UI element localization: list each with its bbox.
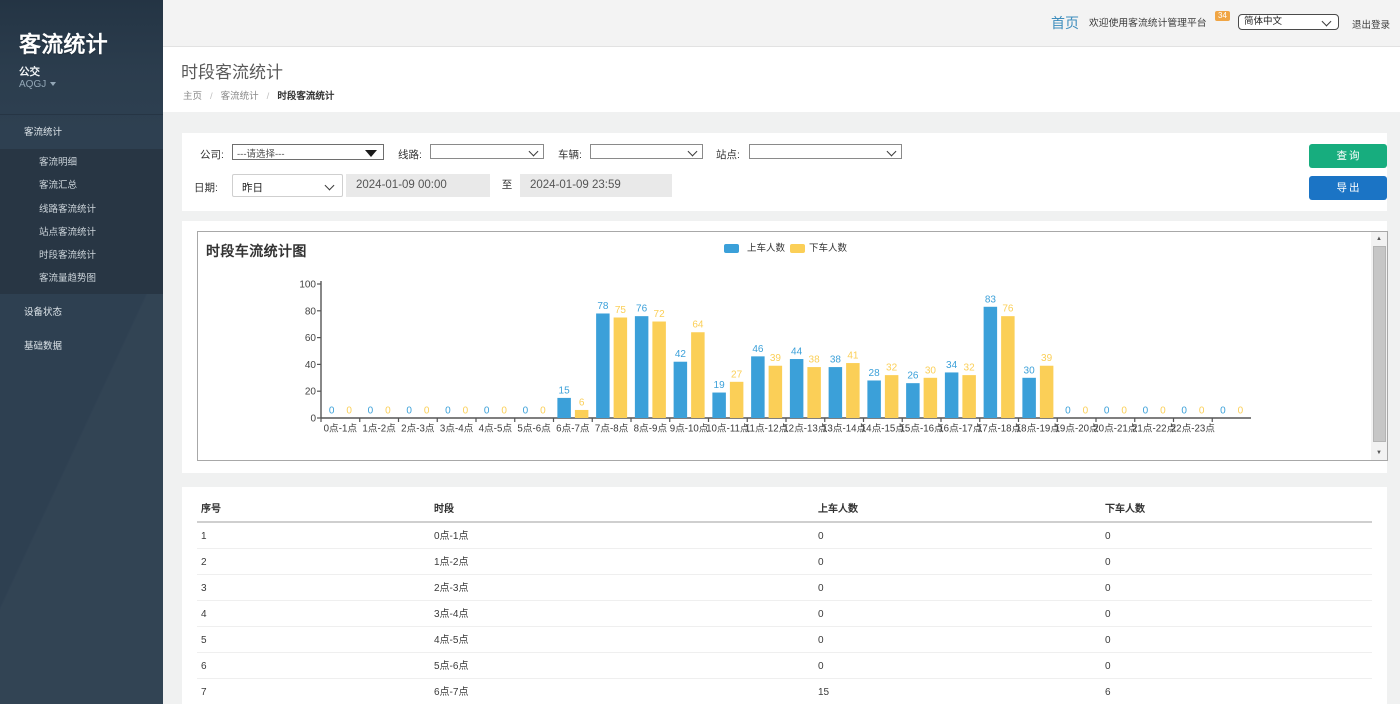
svg-text:6点-7点: 6点-7点 (556, 423, 590, 435)
svg-text:0点-1点: 0点-1点 (324, 423, 358, 435)
svg-text:6: 6 (579, 397, 585, 408)
svg-text:26: 26 (907, 371, 919, 382)
svg-text:0: 0 (1238, 406, 1244, 417)
svg-text:76: 76 (636, 304, 648, 315)
svg-text:39: 39 (770, 353, 782, 364)
svg-text:0: 0 (1121, 406, 1127, 417)
svg-text:0: 0 (484, 406, 490, 417)
svg-text:2点-3点: 2点-3点 (401, 423, 435, 435)
svg-text:8点-9点: 8点-9点 (634, 423, 668, 435)
svg-text:0: 0 (1199, 406, 1205, 417)
svg-text:10点-11点: 10点-11点 (706, 423, 750, 435)
svg-text:40: 40 (305, 360, 317, 371)
svg-text:20: 20 (305, 387, 317, 398)
svg-text:64: 64 (692, 320, 704, 331)
svg-text:0: 0 (1220, 406, 1226, 417)
svg-text:22点-23点: 22点-23点 (1171, 423, 1215, 435)
svg-text:34: 34 (946, 360, 958, 371)
svg-text:0: 0 (523, 406, 529, 417)
svg-text:4点-5点: 4点-5点 (479, 423, 513, 435)
svg-text:9点-10点: 9点-10点 (670, 423, 709, 435)
svg-text:5点-6点: 5点-6点 (517, 423, 551, 435)
svg-text:75: 75 (615, 305, 627, 316)
svg-text:0: 0 (329, 406, 335, 417)
svg-text:30: 30 (925, 365, 937, 376)
svg-text:0: 0 (1083, 406, 1089, 417)
svg-text:60: 60 (305, 333, 317, 344)
svg-text:46: 46 (752, 344, 764, 355)
svg-text:0: 0 (1181, 406, 1187, 417)
svg-text:27: 27 (731, 369, 743, 380)
svg-text:0: 0 (445, 406, 451, 417)
svg-text:0: 0 (1143, 406, 1149, 417)
svg-text:0: 0 (1104, 406, 1110, 417)
svg-text:44: 44 (791, 347, 803, 358)
svg-text:28: 28 (869, 368, 881, 379)
svg-text:0: 0 (1065, 406, 1071, 417)
svg-text:0: 0 (501, 406, 507, 417)
svg-text:0: 0 (463, 406, 469, 417)
svg-text:0: 0 (385, 406, 391, 417)
svg-text:0: 0 (1160, 406, 1166, 417)
svg-text:41: 41 (847, 351, 859, 362)
svg-text:0: 0 (424, 406, 430, 417)
svg-text:39: 39 (1041, 353, 1053, 364)
svg-text:78: 78 (597, 301, 609, 312)
svg-text:42: 42 (675, 349, 687, 360)
svg-text:38: 38 (830, 355, 842, 366)
svg-text:0: 0 (346, 406, 352, 417)
svg-text:83: 83 (985, 294, 997, 305)
svg-text:19: 19 (714, 380, 726, 391)
svg-text:15: 15 (559, 385, 571, 396)
svg-text:11点-12点: 11点-12点 (745, 423, 789, 435)
svg-text:3点-4点: 3点-4点 (440, 423, 474, 435)
svg-text:38: 38 (809, 355, 821, 366)
svg-text:0: 0 (310, 414, 316, 425)
svg-text:7点-8点: 7点-8点 (595, 423, 629, 435)
svg-text:0: 0 (406, 406, 412, 417)
svg-text:0: 0 (540, 406, 546, 417)
svg-text:100: 100 (299, 280, 316, 291)
svg-text:72: 72 (654, 309, 666, 320)
svg-text:1点-2点: 1点-2点 (362, 423, 396, 435)
svg-text:30: 30 (1024, 365, 1036, 376)
svg-text:0: 0 (368, 406, 374, 417)
svg-text:80: 80 (305, 306, 317, 317)
svg-text:32: 32 (886, 363, 898, 374)
svg-text:76: 76 (1002, 304, 1014, 315)
svg-text:32: 32 (964, 363, 976, 374)
